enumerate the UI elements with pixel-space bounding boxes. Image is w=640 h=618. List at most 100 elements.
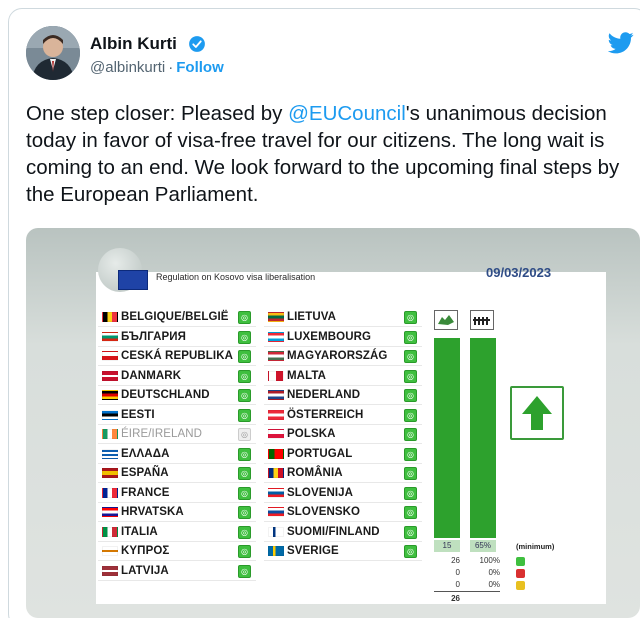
verified-badge-icon [189,36,205,52]
mention-link[interactable]: @EUCouncil [288,102,406,125]
country-flag-icon [268,546,284,556]
regulation-title: Regulation on Kosovo visa liberalisation [156,272,316,282]
vote-yes-indicator-icon: ◎ [238,447,251,461]
adopted-arrow-icon [510,386,564,440]
country-row: ROMÂNIA [264,464,422,483]
country-flag-icon [268,507,284,517]
country-name: ÖSTERREICH [287,408,364,421]
country-flag-icon [102,448,118,459]
vote-yes-indicator-icon: ◎ [238,330,251,344]
tweet-text-part: One step closer: Pleased by [26,102,289,125]
abstain-count: 0 [455,580,460,589]
vote-yes-indicator-icon: ◎ [238,350,251,363]
country-row: DEUTSCHLAND [98,386,256,405]
country-row: ΕΛΛΑΔΑ [98,444,256,464]
country-name: LIETUVA [287,311,337,323]
yes-marker-icon [516,557,525,566]
no-marker-icon [516,569,525,578]
country-row: SLOVENIJA [264,483,422,503]
country-name: FRANCE [121,486,170,499]
country-name: BELGIQUE/BELGIË [121,311,229,323]
vote-yes-indicator-icon: ◎ [238,369,251,383]
country-name: ROMÂNIA [287,467,343,479]
country-flag-icon [102,331,118,342]
vote-yes-indicator-icon: ◎ [404,447,417,461]
population-threshold: 65% [470,540,496,552]
follow-button[interactable]: Follow [176,59,224,76]
country-flag-icon [102,312,118,322]
tweet-text: One step closer: Pleased by @EUCouncil's… [26,100,638,208]
country-row: EESTI [98,405,256,425]
author-handle[interactable]: @albinkurti [90,59,165,76]
vote-yes-indicator-icon: ◎ [238,311,251,324]
vote-yes-indicator-icon: ◎ [238,545,251,558]
vote-yes-indicator-icon: ◎ [404,428,417,441]
country-flag-icon [102,526,118,537]
country-name: SLOVENIJA [287,486,354,499]
country-name: БЪЛГАРИЯ [121,330,186,343]
states-threshold: 15 [434,540,460,552]
population-bar [470,338,496,538]
tweet-media-image[interactable]: Regulation on Kosovo visa liberalisation… [26,228,640,618]
country-flag-icon [268,390,284,400]
vote-yes-indicator-icon: ◎ [404,486,417,500]
country-row: БЪЛГАРИЯ [98,327,256,347]
country-name: ITALIA [121,525,158,538]
vote-yes-indicator-icon: ◎ [238,467,251,480]
twitter-bird-icon[interactable] [608,32,634,54]
vote-yes-indicator-icon: ◎ [404,408,417,422]
country-flag-icon [102,507,118,517]
no-percent: 0% [488,568,500,577]
yes-percent: 100% [479,556,500,565]
country-flag-icon [268,312,284,322]
states-icon [434,310,458,330]
country-name: LUXEMBOURG [287,330,372,343]
country-flag-icon [268,468,284,478]
country-flag-icon [268,526,284,537]
country-name: ESPAÑA [121,467,169,479]
country-flag-icon [268,487,284,498]
country-name: DEUTSCHLAND [121,389,210,401]
country-row: HRVATSKA [98,503,256,522]
no-count: 0 [455,568,460,577]
country-row: LUXEMBOURG [264,327,422,347]
total-count: 26 [451,594,460,603]
yes-count: 26 [451,556,460,565]
vote-yes-indicator-icon: ◎ [404,467,417,480]
avatar[interactable] [26,26,80,80]
country-flag-icon [102,487,118,498]
vote-yes-indicator-icon: ◎ [404,369,417,383]
country-name: ΚΥΠΡΟΣ [121,545,170,557]
total-divider [434,591,500,592]
abstain-marker-icon [516,581,525,590]
country-flag-icon [102,468,118,478]
country-name: MALTA [287,369,327,382]
vote-yes-indicator-icon: ◎ [404,389,417,402]
country-name: ΕΛΛΑΔΑ [121,447,170,460]
country-name: MAGYARORSZÁG [287,350,388,362]
vote-yes-indicator-icon: ◎ [238,525,251,539]
country-row: DANMARK [98,366,256,386]
country-row: ΚΥΠΡΟΣ [98,542,256,561]
abstain-percent: 0% [488,580,500,589]
country-flag-icon [268,429,284,439]
country-name: PORTUGAL [287,447,353,460]
country-name: LATVIJA [121,564,169,577]
country-name: HRVATSKA [121,506,184,518]
population-icon [470,310,494,330]
separator-dot: · [168,59,174,76]
author-name[interactable]: Albin Kurti [90,34,177,54]
country-flag-icon [268,448,284,459]
country-row: ÖSTERREICH [264,405,422,425]
eu-flag-icon [118,270,148,290]
country-row: SLOVENSKO [264,503,422,522]
country-row: LIETUVA [264,308,422,327]
vote-yes-indicator-icon: ◎ [238,506,251,519]
country-name: SVERIGE [287,545,339,557]
vote-yes-indicator-icon: ◎ [404,525,417,539]
country-name: SUOMI/FINLAND [287,525,380,538]
vote-yes-indicator-icon: ◎ [238,564,251,578]
country-name: NEDERLAND [287,389,361,401]
states-bar [434,338,460,538]
country-row: CESKÁ REPUBLIKA [98,347,256,366]
